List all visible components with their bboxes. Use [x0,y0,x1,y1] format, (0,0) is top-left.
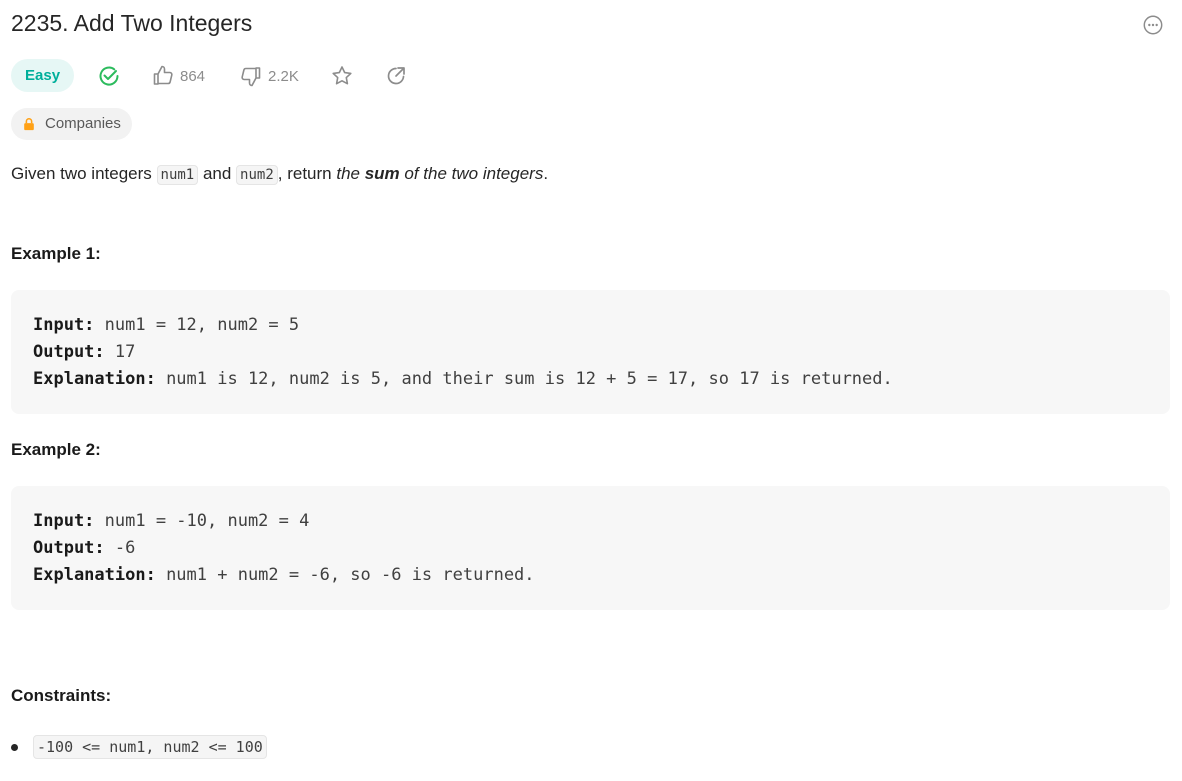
share-button[interactable] [384,64,408,88]
desc-text: . [543,164,549,183]
input-value: num1 = -10, num2 = 4 [94,511,310,531]
desc-italic: the [336,164,365,183]
desc-italic: of the two integers [399,164,544,183]
explanation-value: num1 is 12, num2 is 5, and their sum is … [155,369,893,389]
problem-title[interactable]: 2235. Add Two Integers [11,10,252,37]
dislike-button[interactable]: 2.2K [239,64,299,88]
lock-icon [24,118,34,131]
output-value: -6 [104,538,136,558]
difficulty-badge: Easy [11,59,75,92]
constraint-code: -100 <= num1, num2 <= 100 [33,735,267,759]
example-1-heading: Example 1: [11,244,101,263]
desc-text: , return [277,164,337,183]
explanation-label: Explanation: [33,369,156,389]
output-label: Output: [33,538,105,558]
problem-statement: Given two integers num1 and num2, return… [11,164,549,185]
constraints-heading: Constraints: [11,686,112,705]
like-count: 864 [180,67,206,85]
solved-status [97,64,121,88]
desc-text: and [198,164,237,183]
share-icon [387,67,405,85]
bullet-dot [11,743,18,751]
explanation-label: Explanation: [33,565,156,585]
explanation-value: num1 + num2 = -6, so -6 is returned. [155,565,535,585]
constraint-item: -100 <= num1, num2 <= 100 [11,735,267,759]
code-num2: num2 [236,165,278,185]
problem-meta-row: Easy 864 2.2K [11,59,611,93]
thumbs-up-icon [153,65,173,85]
example-2-block: Input: num1 = -10, num2 = 4 Output: -6 E… [11,486,1170,610]
input-label: Input: [33,315,95,335]
companies-tag[interactable]: Companies [11,108,132,140]
more-icon[interactable] [1142,14,1164,36]
companies-label: Companies [45,115,121,132]
example-1-block: Input: num1 = 12, num2 = 5 Output: 17 Ex… [11,290,1170,414]
like-button[interactable]: 864 [151,64,205,88]
output-value: 17 [104,342,136,362]
desc-text: Given two integers [11,164,157,183]
output-label: Output: [33,342,105,362]
desc-bold: sum [364,164,400,183]
star-icon [332,66,352,85]
input-value: num1 = 12, num2 = 5 [94,315,300,335]
thumbs-down-icon [241,67,261,87]
dislike-count: 2.2K [268,67,299,85]
solved-check-icon [99,66,119,86]
code-num1: num1 [156,165,199,185]
input-label: Input: [33,511,95,531]
favorite-button[interactable] [330,64,354,88]
example-2-heading: Example 2: [11,440,101,459]
title-row: 2235. Add Two Integers [11,10,1170,42]
